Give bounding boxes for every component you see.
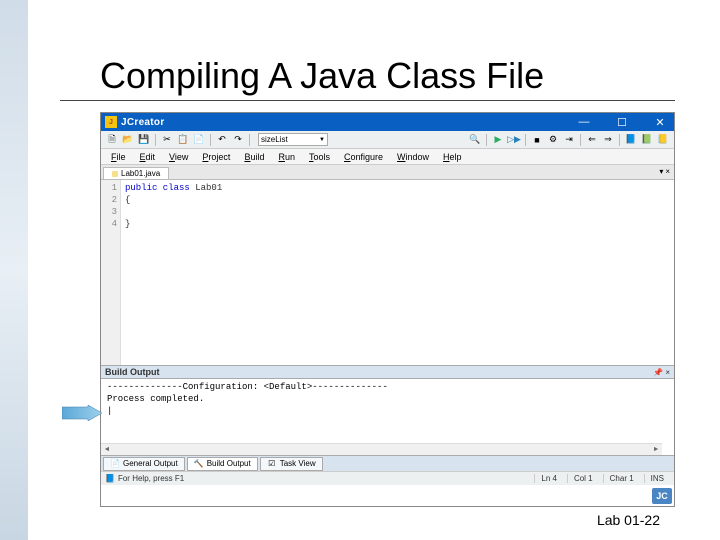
menubar: File Edit View Project Build Run Tools C… <box>101 149 674 165</box>
tool-misc-1-icon[interactable]: 📘 <box>624 133 638 147</box>
slide-side-stripe <box>0 0 28 540</box>
build-output-panel[interactable]: --------------Configuration: <Default>--… <box>101 379 674 455</box>
menu-build[interactable]: Build <box>238 151 270 163</box>
build-cursor: | <box>107 406 112 416</box>
status-char: Char 1 <box>603 474 640 483</box>
compile-icon[interactable]: ⚙ <box>546 133 560 147</box>
save-icon[interactable]: 💾 <box>137 133 151 147</box>
window-titlebar: J JCreator — ☐ ✕ <box>101 113 674 131</box>
menu-edit[interactable]: Edit <box>134 151 162 163</box>
status-col: Col 1 <box>567 474 599 483</box>
tab-label: Task View <box>280 459 316 468</box>
build-icon: 🔨 <box>194 459 204 469</box>
help-hint-icon: 📘 <box>105 474 115 483</box>
maximize-button[interactable]: ☐ <box>612 115 632 129</box>
menu-run[interactable]: Run <box>272 151 301 163</box>
build-line: --------------Configuration: <Default>--… <box>107 382 388 392</box>
slide-footer: Lab 01-22 <box>597 512 660 528</box>
status-line: Ln 4 <box>534 474 563 483</box>
exec-icon[interactable]: ⇥ <box>562 133 576 147</box>
build-output-header: Build Output 📌 × <box>101 365 674 379</box>
window-title: JCreator <box>121 117 574 128</box>
status-help: For Help, press F1 <box>118 474 184 483</box>
app-icon: J <box>105 116 117 128</box>
code-text: Lab01 <box>195 183 222 193</box>
jcreator-window: J JCreator — ☐ ✕ 🗎 📂 💾 ✂ 📋 📄 ↶ ↷ sizeLis… <box>100 112 675 507</box>
nav-forward-icon[interactable]: ⇒ <box>601 133 615 147</box>
new-file-icon[interactable]: 🗎 <box>105 133 119 147</box>
cut-icon[interactable]: ✂ <box>160 133 174 147</box>
chevron-down-icon: ▼ <box>319 137 325 143</box>
java-file-icon <box>112 171 118 177</box>
status-ins: INS <box>644 474 670 483</box>
menu-view[interactable]: View <box>163 151 194 163</box>
tool-misc-2-icon[interactable]: 📗 <box>640 133 654 147</box>
find-combo[interactable]: sizeList ▼ <box>258 133 328 146</box>
tab-label: Lab01.java <box>121 169 160 178</box>
minimize-button[interactable]: — <box>574 115 594 129</box>
code-text: } <box>125 219 130 229</box>
pin-icon[interactable]: 📌 <box>653 368 663 377</box>
code-area[interactable]: public class Lab01 { } <box>121 180 674 365</box>
tab-task-view[interactable]: ☑ Task View <box>260 457 323 471</box>
tool-misc-3-icon[interactable]: 📒 <box>656 133 670 147</box>
menu-configure[interactable]: Configure <box>338 151 389 163</box>
copy-icon[interactable]: 📋 <box>176 133 190 147</box>
line-number: 1 <box>104 182 117 194</box>
toolbar-separator <box>486 134 487 146</box>
combo-text: sizeList <box>261 135 288 144</box>
jc-logo-badge: JC <box>652 488 672 504</box>
toolbar-separator <box>525 134 526 146</box>
editor-tab[interactable]: Lab01.java <box>103 167 169 179</box>
title-underline <box>60 100 675 101</box>
code-text: { <box>125 195 130 205</box>
horizontal-scrollbar[interactable]: ◄ ► <box>101 443 662 455</box>
line-number: 3 <box>104 206 117 218</box>
tab-label: General Output <box>123 459 178 468</box>
toolbar-main: 🗎 📂 💾 ✂ 📋 📄 ↶ ↷ sizeList ▼ 🔍 ▶ ▷▶ ■ ⚙ ⇥ <box>101 131 674 149</box>
tab-build-output[interactable]: 🔨 Build Output <box>187 457 258 471</box>
debug-icon[interactable]: ▷▶ <box>507 133 521 147</box>
stop-icon[interactable]: ■ <box>530 133 544 147</box>
line-number: 2 <box>104 194 117 206</box>
menu-project[interactable]: Project <box>196 151 236 163</box>
bottom-tab-row: 📄 General Output 🔨 Build Output ☑ Task V… <box>101 455 674 471</box>
output-icon: 📄 <box>110 459 120 469</box>
scroll-right-icon[interactable]: ► <box>650 444 662 456</box>
menu-help[interactable]: Help <box>437 151 468 163</box>
editor-tab-row: Lab01.java ▾ × <box>101 165 674 180</box>
find-icon[interactable]: 🔍 <box>468 133 482 147</box>
code-editor[interactable]: 1 2 3 4 public class Lab01 { } <box>101 180 674 365</box>
tab-dropdown-icon[interactable]: ▾ <box>659 167 663 176</box>
tab-general-output[interactable]: 📄 General Output <box>103 457 185 471</box>
menu-file[interactable]: File <box>105 151 132 163</box>
toolbar-separator <box>249 134 250 146</box>
callout-arrow <box>62 405 102 421</box>
scroll-left-icon[interactable]: ◄ <box>101 444 113 456</box>
menu-window[interactable]: Window <box>391 151 435 163</box>
line-number: 4 <box>104 218 117 230</box>
nav-back-icon[interactable]: ⇐ <box>585 133 599 147</box>
build-output-title: Build Output <box>105 367 159 377</box>
close-button[interactable]: ✕ <box>650 115 670 129</box>
tab-close-icon[interactable]: × <box>665 167 670 176</box>
toolbar-separator <box>210 134 211 146</box>
undo-icon[interactable]: ↶ <box>215 133 229 147</box>
build-line: Process completed. <box>107 394 204 404</box>
menu-tools[interactable]: Tools <box>303 151 336 163</box>
paste-icon[interactable]: 📄 <box>192 133 206 147</box>
run-icon[interactable]: ▶ <box>491 133 505 147</box>
toolbar-separator <box>155 134 156 146</box>
task-icon: ☑ <box>267 459 277 469</box>
tab-label: Build Output <box>207 459 251 468</box>
panel-close-icon[interactable]: × <box>665 368 670 377</box>
redo-icon[interactable]: ↷ <box>231 133 245 147</box>
line-gutter: 1 2 3 4 <box>101 180 121 365</box>
code-keyword: public class <box>125 183 195 193</box>
open-icon[interactable]: 📂 <box>121 133 135 147</box>
slide-title: Compiling A Java Class File <box>100 55 544 97</box>
toolbar-separator <box>580 134 581 146</box>
statusbar: 📘 For Help, press F1 Ln 4 Col 1 Char 1 I… <box>101 471 674 485</box>
toolbar-separator <box>619 134 620 146</box>
